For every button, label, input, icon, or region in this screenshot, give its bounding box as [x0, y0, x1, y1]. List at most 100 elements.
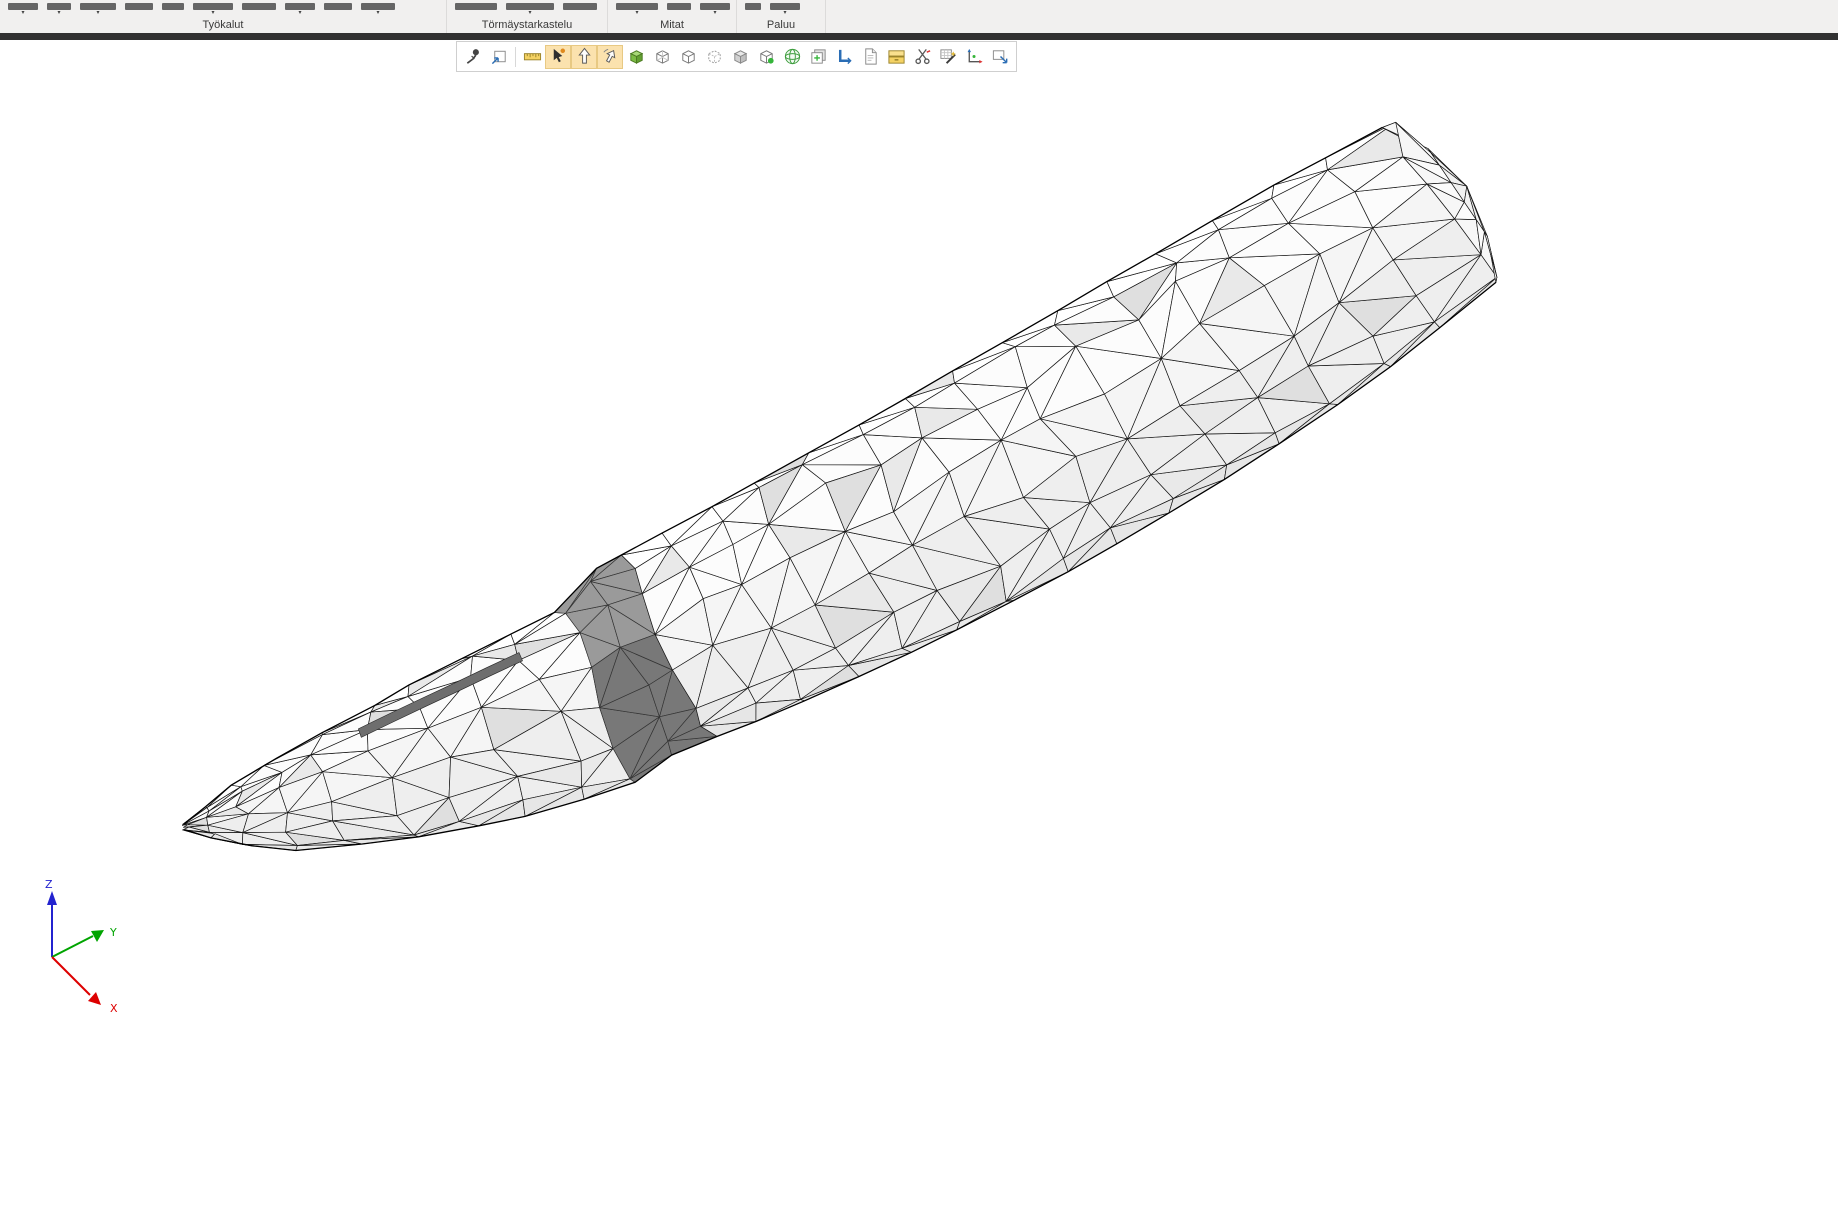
view-wireframe-button[interactable] — [649, 45, 675, 69]
mesh-density-button[interactable] — [779, 45, 805, 69]
application-window: { "ribbon": { "caret_glyph": "▾", "group… — [0, 0, 1838, 1217]
toolbar-separator — [515, 47, 516, 67]
dropdown-caret-icon: ▾ — [211, 11, 214, 16]
dropdown-caret-icon: ▾ — [298, 11, 301, 16]
pickrot-icon — [601, 47, 620, 66]
dropdown-caret-icon: ▾ — [783, 11, 786, 16]
doc-icon — [861, 47, 880, 66]
ribbon-button-truncated[interactable] — [667, 3, 691, 10]
ribbon-button-truncated[interactable] — [162, 3, 184, 10]
pin-button[interactable] — [460, 45, 486, 69]
ribbon-group-tormaystarkastelu: ▾ Törmäystarkastelu — [447, 0, 608, 33]
truncated-text — [324, 3, 352, 10]
view-shaded-button[interactable] — [727, 45, 753, 69]
truncated-text — [616, 3, 658, 10]
ribbon-button-truncated[interactable]: ▾ — [616, 3, 658, 16]
ribbon-button-truncated[interactable]: ▾ — [361, 3, 395, 16]
ribbon-button-truncated[interactable]: ▾ — [193, 3, 233, 16]
z-axis-label: Z — [45, 878, 53, 891]
ribbon-button-truncated[interactable]: ▾ — [8, 3, 38, 16]
fit-icon — [490, 47, 509, 66]
cube_dot-icon — [757, 47, 776, 66]
truncated-text — [700, 3, 730, 10]
ribbon-button-truncated[interactable]: ▾ — [47, 3, 71, 16]
cube_hidden-icon — [679, 47, 698, 66]
dropdown-caret-icon: ▾ — [528, 11, 531, 16]
fit-selection-button[interactable] — [486, 45, 512, 69]
3d-viewport[interactable]: Z Y X — [0, 0, 1838, 1217]
snap-point-button[interactable] — [545, 45, 571, 69]
view-snap-points-button[interactable] — [753, 45, 779, 69]
ribbon-button-truncated[interactable] — [242, 3, 276, 10]
ribbon-group-label-paluu: Paluu — [737, 19, 825, 31]
y-axis-label: Y — [109, 926, 117, 939]
measure-ruler-button[interactable] — [519, 45, 545, 69]
cube_shaded-icon — [731, 47, 750, 66]
notes-document-button[interactable] — [857, 45, 883, 69]
cut-mesh-button[interactable] — [909, 45, 935, 69]
ribbon-group-label-mitat: Mitat — [608, 19, 736, 31]
x-axis-label: X — [110, 1002, 118, 1015]
polyline-export-button[interactable] — [831, 45, 857, 69]
rotate-handle-button[interactable] — [597, 45, 623, 69]
truncated-text — [745, 3, 761, 10]
archive-drawer-button[interactable] — [883, 45, 909, 69]
export-view-button[interactable] — [987, 45, 1013, 69]
cube_solid-icon — [627, 47, 646, 66]
dropdown-caret-icon: ▾ — [376, 11, 379, 16]
truncated-text — [455, 3, 497, 10]
truncated-text — [8, 3, 38, 10]
pickvert-icon — [575, 47, 594, 66]
ribbon-button-truncated[interactable]: ▾ — [285, 3, 315, 16]
ribbon-group-mitat: ▾ ▾ Mitat — [608, 0, 737, 33]
truncated-text — [506, 3, 554, 10]
ribbon: ▾ ▾ ▾ ▾ ▾ ▾ Työkalut ▾ Törmäystarkastelu ▾ ▾ M… — [0, 0, 1838, 33]
truncated-text — [361, 3, 395, 10]
duplicate-model-button[interactable] — [805, 45, 831, 69]
sphere-icon — [783, 47, 802, 66]
ribbon-divider — [0, 33, 1838, 40]
cube_wire-icon — [653, 47, 672, 66]
truncated-text — [193, 3, 233, 10]
floating-toolbar — [456, 41, 1017, 72]
ribbon-button-truncated[interactable] — [745, 3, 761, 10]
cube_dashed-icon — [705, 47, 724, 66]
dropdown-caret-icon: ▾ — [635, 11, 638, 16]
truncated-text — [667, 3, 691, 10]
ribbon-group-label-tormaystarkastelu: Törmäystarkastelu — [447, 19, 607, 31]
move-vertical-button[interactable] — [571, 45, 597, 69]
truncated-text — [242, 3, 276, 10]
coordinate-plot-button[interactable] — [961, 45, 987, 69]
ribbon-group-paluu: ▾ Paluu — [737, 0, 826, 33]
wandtable-icon — [939, 47, 958, 66]
z-axis-arrow — [47, 891, 57, 905]
axis-triad: Z Y X — [45, 878, 118, 1015]
y-axis-line — [52, 936, 93, 957]
truncated-text — [125, 3, 153, 10]
ribbon-button-truncated[interactable]: ▾ — [506, 3, 554, 16]
truncated-text — [47, 3, 71, 10]
ribbon-group-label-tyokalut: Työkalut — [0, 19, 446, 31]
ribbon-button-truncated[interactable] — [324, 3, 352, 10]
x-axis-line — [52, 957, 90, 995]
repair-table-button[interactable] — [935, 45, 961, 69]
ruler-icon — [523, 47, 542, 66]
truncated-text — [563, 3, 597, 10]
axes-icon — [965, 47, 984, 66]
pin-icon — [464, 47, 483, 66]
view-solid-button[interactable] — [623, 45, 649, 69]
knife-mesh-model[interactable] — [182, 122, 1497, 850]
ribbon-button-truncated[interactable] — [125, 3, 153, 10]
view-hidden-edges-button[interactable] — [675, 45, 701, 69]
truncated-text — [285, 3, 315, 10]
ribbon-group-tyokalut: ▾ ▾ ▾ ▾ ▾ ▾ Työkalut — [0, 0, 447, 33]
view-transparent-button[interactable] — [701, 45, 727, 69]
ribbon-button-truncated[interactable]: ▾ — [80, 3, 116, 16]
ribbon-button-truncated[interactable] — [563, 3, 597, 10]
drawer-icon — [887, 47, 906, 66]
truncated-text — [770, 3, 800, 10]
ribbon-button-truncated[interactable]: ▾ — [700, 3, 730, 16]
ribbon-button-truncated[interactable] — [455, 3, 497, 10]
dropdown-caret-icon: ▾ — [96, 11, 99, 16]
ribbon-button-truncated[interactable]: ▾ — [770, 3, 800, 16]
